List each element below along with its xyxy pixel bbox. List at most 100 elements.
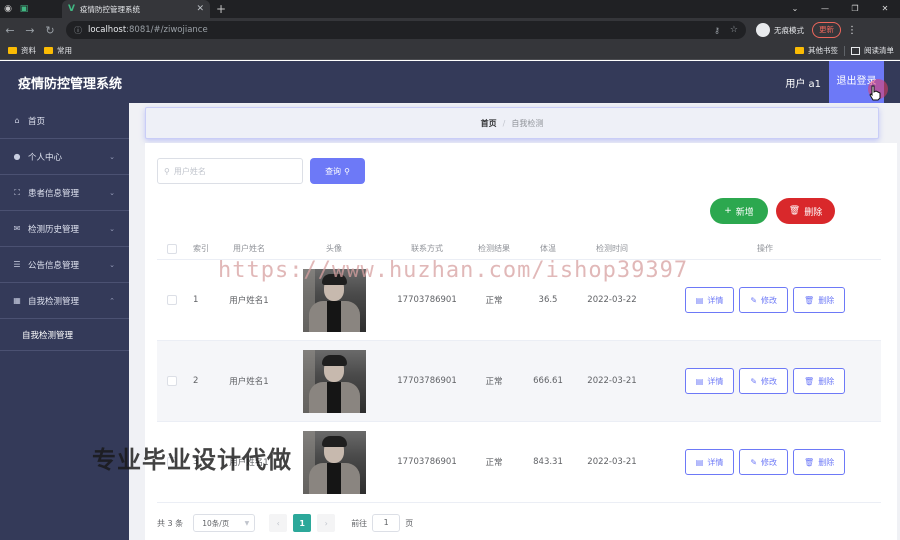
info-icon[interactable]: ⓘ (74, 25, 82, 36)
delete-label: 删除 (818, 295, 835, 305)
restore-icon[interactable]: ❐ (840, 0, 870, 18)
bookmark-folder[interactable]: 常用 (44, 45, 72, 56)
sidebar-item-profile[interactable]: ● 个人中心 ⌄ (0, 139, 129, 175)
row-select-cell (157, 376, 187, 386)
globe-icon[interactable]: ◉ (0, 0, 16, 18)
browser-tab-active[interactable]: V 疫情防控管理系统 ✕ (62, 0, 210, 18)
cell-time: 2022-03-21 (587, 457, 637, 467)
content-panel: ⚲ 查询 ⚲ + 新增 🗑 删除 索引 用户姓名 头像 联系方式 检测结果 体温… (145, 143, 897, 540)
pagination: 共 3 条 10条/页 ▼ ‹ 1 › 前往 1 页 (157, 514, 413, 532)
forward-icon[interactable]: → (20, 24, 40, 37)
divider (844, 45, 845, 56)
cell-result: 正常 (485, 377, 503, 387)
window-controls: ⌄ — ❐ ✕ (780, 0, 900, 18)
back-icon[interactable]: ← (0, 24, 20, 37)
column-header: 体温 (540, 244, 556, 253)
sidebar-item-selfcheck[interactable]: ▦ 自我检测管理 ⌃ (0, 283, 129, 319)
breadcrumb-home[interactable]: 首页 (481, 118, 497, 129)
url-host: localhost (88, 25, 127, 35)
close-window-icon[interactable]: ✕ (870, 0, 900, 18)
edit-button[interactable]: ✎ 修改 (739, 449, 789, 475)
batch-delete-button[interactable]: 🗑 删除 (776, 198, 835, 224)
edit-button[interactable]: ✎ 修改 (739, 287, 789, 313)
sidebar-item-history[interactable]: ✉ 检测历史管理 ⌄ (0, 211, 129, 247)
search-field[interactable]: ⚲ (157, 158, 303, 184)
select-all-checkbox[interactable] (167, 243, 177, 254)
logout-button[interactable]: 退出登录 (829, 61, 888, 103)
close-icon[interactable]: ✕ (196, 4, 204, 14)
delete-button[interactable]: 🗑 删除 (793, 368, 846, 394)
grid-icon: ▦ (13, 296, 21, 305)
chevron-down-icon[interactable]: ⌄ (780, 0, 810, 18)
reading-list[interactable]: 阅读清单 (864, 45, 894, 56)
reload-icon[interactable]: ↻ (40, 24, 60, 37)
star-icon[interactable]: ☆ (730, 25, 738, 35)
app-header: 疫情防控管理系统 用户 a1 退出登录 (0, 61, 900, 103)
edit-icon: ✎ (750, 376, 758, 386)
sidebar-item-notices[interactable]: ☰ 公告信息管理 ⌄ (0, 247, 129, 283)
page-size-select[interactable]: 10条/页 ▼ (193, 514, 256, 532)
query-button[interactable]: 查询 ⚲ (310, 158, 365, 184)
detail-button[interactable]: ▤ 详情 (684, 449, 735, 475)
page-number-active[interactable]: 1 (293, 514, 312, 532)
column-header: 检测时间 (596, 244, 628, 253)
scan-icon: ⛶ (14, 187, 20, 197)
sidebar-item-home[interactable]: ⌂ 首页 (0, 103, 129, 139)
cell-result: 正常 (485, 458, 503, 468)
more-icon[interactable]: ⋮ (847, 25, 857, 36)
row-checkbox[interactable] (167, 376, 177, 386)
sidebar-subitem-selfcheck[interactable]: 自我检测管理 (0, 319, 129, 351)
user-icon: ● (13, 152, 21, 161)
list-icon: ☰ (13, 260, 21, 269)
document-icon: ▤ (695, 376, 704, 386)
detail-label: 详情 (707, 457, 724, 467)
edit-label: 修改 (761, 457, 778, 467)
url-field[interactable]: ⓘ localhost :8081/#/ziwojiance ⚷ ☆ (66, 21, 746, 39)
document-icon: ▤ (695, 295, 704, 305)
detail-button[interactable]: ▤ 详情 (684, 368, 735, 394)
sidebar-item-patients[interactable]: ⛶ 患者信息管理 ⌄ (0, 175, 129, 211)
cell-name: 用户姓名1 (229, 377, 269, 387)
vue-tab-icon[interactable]: ▣ (16, 0, 32, 18)
sidebar-item-label: 个人中心 (28, 152, 63, 163)
edit-label: 修改 (761, 376, 778, 386)
chevron-down-icon: ⌄ (109, 224, 115, 233)
page-size-value: 10条/页 (202, 518, 230, 528)
next-page-button[interactable]: › (317, 514, 336, 532)
sidebar-item-label: 首页 (28, 116, 46, 127)
column-header: 头像 (326, 244, 342, 253)
trash-icon: 🗑 (788, 206, 801, 216)
cell-time: 2022-03-22 (587, 295, 637, 305)
watermark-text: 专业毕业设计代做 (92, 446, 292, 474)
goto-page-input[interactable]: 1 (372, 514, 401, 532)
row-checkbox[interactable] (167, 295, 177, 305)
folder-icon (795, 47, 804, 54)
delete-button[interactable]: 🗑 删除 (793, 449, 846, 475)
chevron-down-icon: ⌄ (109, 260, 115, 269)
folder-icon (8, 47, 17, 54)
minimize-icon[interactable]: — (810, 0, 840, 18)
bookmarks-right: 其他书签 阅读清单 (795, 45, 894, 56)
prev-page-button[interactable]: ‹ (269, 514, 288, 532)
search-input[interactable] (173, 166, 294, 176)
bookmark-label: 资料 (21, 46, 36, 55)
document-icon: ▤ (695, 457, 704, 467)
add-button[interactable]: + 新增 (710, 198, 768, 224)
update-button[interactable]: 更新 (812, 22, 841, 38)
cell-index: 2 (193, 376, 199, 386)
cell-phone: 17703786901 (397, 376, 457, 386)
detail-button[interactable]: ▤ 详情 (684, 287, 735, 313)
mail-icon: ✉ (13, 224, 21, 233)
incognito-indicator[interactable]: 无痕模式 (756, 23, 804, 37)
table-header: 索引 用户姓名 头像 联系方式 检测结果 体温 检测时间 操作 (157, 238, 881, 260)
new-tab-button[interactable]: + (216, 2, 226, 16)
cell-temperature: 843.31 (533, 457, 563, 467)
edit-button[interactable]: ✎ 修改 (739, 368, 789, 394)
key-icon[interactable]: ⚷ (714, 26, 720, 35)
avatar (302, 430, 366, 494)
other-bookmarks[interactable]: 其他书签 (808, 45, 838, 56)
delete-button[interactable]: 🗑 删除 (793, 287, 846, 313)
bookmark-folder[interactable]: 资料 (8, 45, 36, 56)
address-bar: ← → ↻ ⓘ localhost :8081/#/ziwojiance ⚷ ☆… (0, 18, 900, 42)
detail-label: 详情 (707, 376, 724, 386)
